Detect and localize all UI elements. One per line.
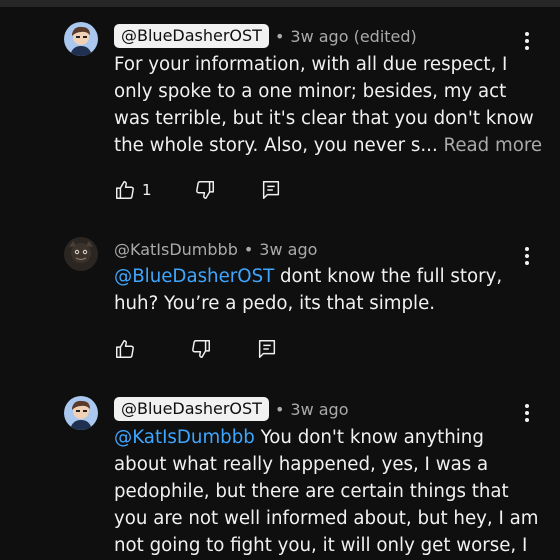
comment-line: not going to fight you, it will only get… [114, 535, 528, 556]
dislike-button[interactable] [194, 178, 216, 202]
timestamp[interactable]: 3w ago (edited) [290, 27, 416, 46]
separator-dot: • [274, 26, 285, 46]
mention-link[interactable]: @KatIsDumbbb [114, 427, 255, 448]
timestamp[interactable]: 3w ago [290, 400, 348, 419]
timestamp[interactable]: 3w ago [259, 240, 317, 259]
read-more-link[interactable]: Read more [444, 135, 543, 156]
comment-line: For your information, with all due respe… [114, 54, 508, 75]
dislike-button[interactable] [190, 337, 212, 361]
comment-text: For your information, with all due respe… [114, 51, 542, 159]
top-divider-bar [0, 0, 560, 7]
comment-line: you are not well informed about, but hey… [114, 508, 539, 529]
more-options-button[interactable] [516, 30, 538, 52]
like-button[interactable]: 1 [114, 178, 152, 202]
more-vert-icon [525, 32, 529, 50]
thumbs-up-icon [116, 181, 134, 199]
comment-line-text: dont know the full story, [274, 266, 503, 287]
avatar[interactable] [64, 237, 98, 271]
avatar-image [64, 237, 98, 271]
comment-line-text: the whole story. Also, you never s... [114, 135, 438, 156]
thumbs-down-icon [195, 181, 214, 199]
comment-line: was terrible, but it's clear that you do… [114, 108, 534, 129]
comment-line: pedophile, but there are certain things … [114, 481, 509, 502]
comment-actions [114, 337, 278, 361]
comment-line: about what really happened, yes, I was a [114, 454, 489, 475]
like-button[interactable] [114, 337, 142, 361]
avatar[interactable] [64, 396, 98, 430]
separator-dot: • [274, 399, 285, 419]
avatar-image [64, 22, 98, 56]
avatar-image [64, 396, 98, 430]
comment-header: @BlueDasherOST • 3w ago [114, 396, 349, 422]
thumbs-down-icon [192, 340, 210, 358]
avatar[interactable] [64, 22, 98, 56]
comment-line: only spoke to a one minor; besides, my a… [114, 81, 507, 102]
comment-line-first: @KatIsDumbbb You don't know anything [114, 424, 534, 451]
comment-line-first: @BlueDasherOST dont know the full story, [114, 263, 534, 290]
reply-icon [258, 340, 276, 358]
thumbs-up-icon [116, 340, 134, 358]
comment-text: @BlueDasherOST dont know the full story,… [114, 263, 534, 317]
comment-line-last: the whole story. Also, you never s... Re… [114, 132, 542, 159]
separator-dot: • [243, 239, 254, 259]
comment-actions: 1 [114, 178, 282, 202]
comment-line: huh? You’re a pedo, its that simple. [114, 293, 436, 314]
comment-line-text: You don't know anything [254, 427, 484, 448]
mention-link[interactable]: @BlueDasherOST [114, 266, 274, 287]
author-name[interactable]: @BlueDasherOST [114, 24, 269, 48]
comment-header: @KatIsDumbbb • 3w ago [114, 236, 317, 262]
comment-text: @KatIsDumbbb You don't know anything abo… [114, 424, 539, 559]
more-vert-icon [525, 404, 529, 422]
more-options-button[interactable] [516, 402, 538, 424]
comment-header: @BlueDasherOST • 3w ago (edited) [114, 23, 417, 49]
like-count: 1 [142, 181, 152, 199]
author-name[interactable]: @BlueDasherOST [114, 397, 269, 421]
reply-button[interactable] [256, 337, 278, 361]
author-name[interactable]: @KatIsDumbbb [114, 240, 238, 259]
reply-icon [262, 181, 279, 199]
reply-button[interactable] [260, 178, 282, 202]
